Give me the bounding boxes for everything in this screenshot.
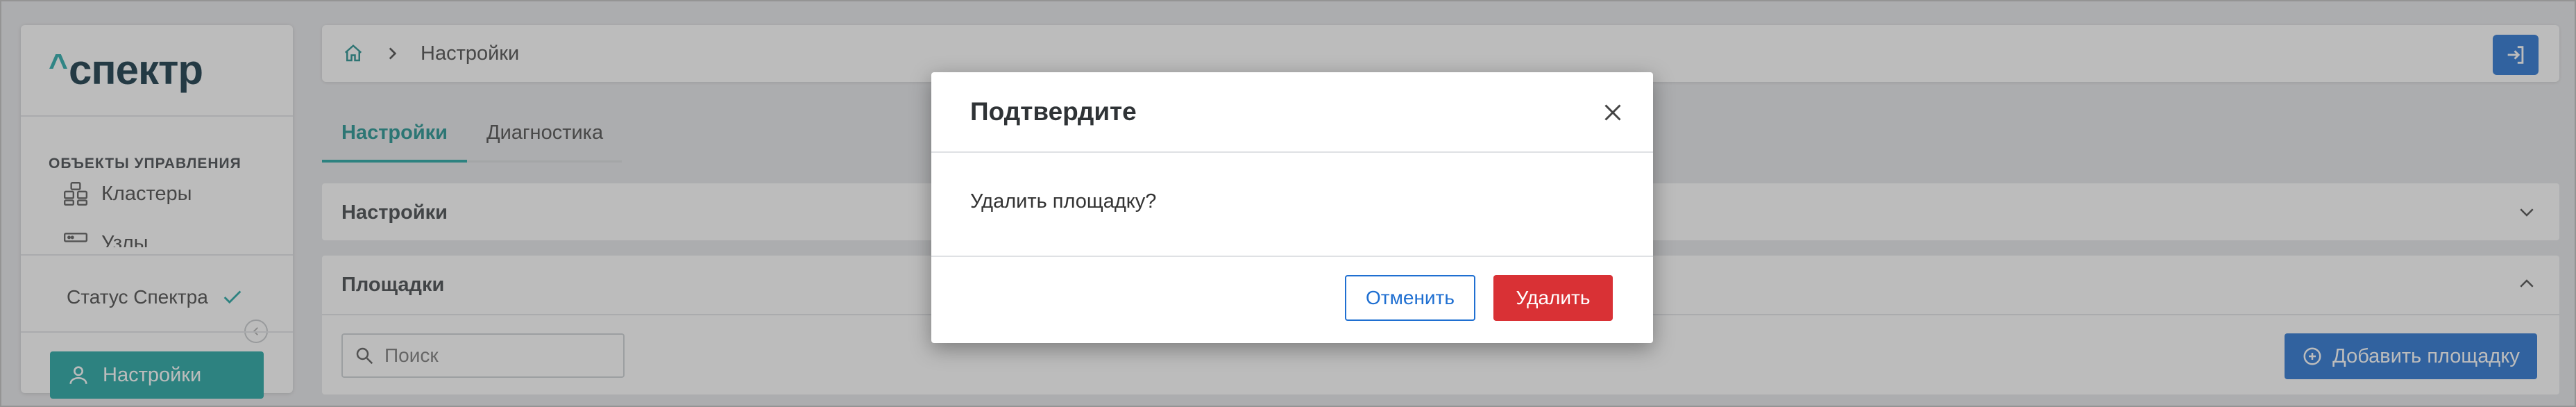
cancel-button[interactable]: Отменить [1345, 275, 1475, 321]
confirm-dialog: Подтвердите Удалить площадку? Отменить У… [931, 72, 1653, 343]
dialog-message: Удалить площадку? [970, 190, 1157, 213]
dialog-title: Подтвердите [970, 97, 1137, 126]
delete-button[interactable]: Удалить [1493, 275, 1613, 321]
close-icon[interactable] [1600, 100, 1625, 125]
dialog-divider [931, 256, 1653, 257]
dialog-divider [931, 151, 1653, 153]
